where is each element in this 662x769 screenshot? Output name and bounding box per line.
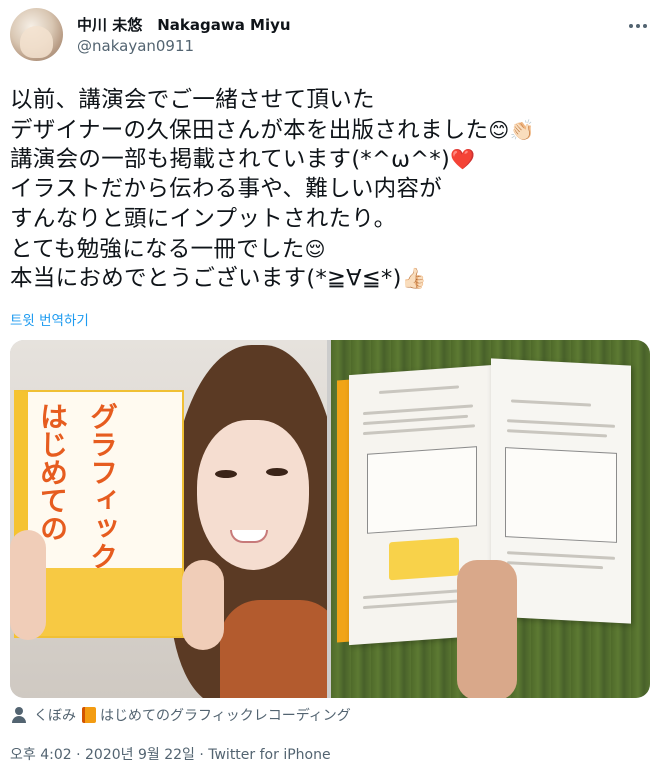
left-hand-shape <box>10 530 46 640</box>
page-yellow-card <box>389 537 459 581</box>
media-tags[interactable]: くぼみ はじめてのグラフィックレコーディング <box>12 705 351 725</box>
photo-woman-holding-book[interactable]: はじめての グラフィック <box>10 340 327 698</box>
hand-shape <box>457 560 517 698</box>
page-heading-line <box>511 399 591 407</box>
page-text-line <box>507 429 607 438</box>
tweet-line-7: 本当におめでとうございます(*≧∀≦*)👍🏻 <box>10 264 650 294</box>
tweet-line-1: 以前、講演会でご一緒させて頂いた <box>10 87 375 113</box>
thumbs-up-emoji-icon: 👍🏻 <box>401 266 427 291</box>
page-text-line <box>507 419 615 428</box>
page-sketch <box>505 447 617 543</box>
face-shape <box>197 420 309 570</box>
person-tag-icon <box>12 707 26 723</box>
tweet-meta[interactable]: 오후 4:02 · 2020년 9월 22일 · Twitter for iPh… <box>10 744 331 764</box>
smile-emoji-icon: 😊 <box>488 117 510 142</box>
page-text-line <box>363 599 463 610</box>
page-text-line <box>507 561 603 570</box>
tag-person[interactable]: くぼみ <box>34 705 76 725</box>
right-eye-shape <box>266 468 288 476</box>
page-text-line <box>363 414 468 426</box>
dress-shape <box>220 600 327 698</box>
tag-book[interactable]: はじめてのグラフィックレコーディング <box>100 705 351 725</box>
page-heading-line <box>379 385 459 394</box>
display-name[interactable]: 中川 未悠 Nakagawa Miyu <box>77 16 291 34</box>
page-text-line <box>507 551 615 560</box>
avatar[interactable] <box>10 8 63 61</box>
clap-emoji-icon: 👏🏻 <box>509 117 535 142</box>
tweet-line-3: 講演会の一部も掲載されています(*^ω^*)❤️ <box>10 145 650 175</box>
media-grid: はじめての グラフィック <box>10 340 650 698</box>
tweet-text: 以前、講演会でご一緒させて頂いた デザイナーの久保田さんが本を出版されました😊👏… <box>10 86 650 294</box>
photo-open-book[interactable] <box>331 340 650 698</box>
right-hand-shape <box>182 560 224 650</box>
translate-tweet-link[interactable]: 트윗 번역하기 <box>10 309 89 329</box>
tweet-line-4: イラストだから伝わる事や、難しい内容が <box>10 176 443 203</box>
tweet-line-6-text: とても勉強になる一冊でした <box>10 235 305 262</box>
tweet-line-6: とても勉強になる一冊でした😌 <box>10 235 650 265</box>
page-text-line <box>363 404 473 416</box>
tweet-line-2-text: デザイナーの久保田さんが本を出版されました <box>10 116 489 143</box>
tweet-line-7-text: 本当におめでとうございます(*≧∀≦*) <box>10 265 402 292</box>
tweet-line-2: デザイナーの久保田さんが本を出版されました😊👏🏻 <box>10 116 650 146</box>
page-text-line <box>363 424 475 436</box>
tweet-line-3-text: 講演会の一部も掲載されています(*^ω^*) <box>10 146 451 173</box>
book-band <box>28 568 182 636</box>
more-horizontal-icon[interactable] <box>626 14 650 38</box>
left-eye-shape <box>215 470 237 478</box>
tweet-header: 中川 未悠 Nakagawa Miyu @nakayan0911 <box>10 8 652 64</box>
book-emoji-icon <box>82 707 96 723</box>
heart-emoji-icon: ❤️ <box>450 147 476 172</box>
relieved-emoji-icon: 😌 <box>304 236 326 261</box>
username[interactable]: @nakayan0911 <box>77 37 194 55</box>
page-sketch <box>367 446 477 534</box>
display-name-row[interactable]: 中川 未悠 Nakagawa Miyu <box>77 14 291 35</box>
tweet-line-5: すんなりと頭にインプットされたり。 <box>10 205 397 232</box>
